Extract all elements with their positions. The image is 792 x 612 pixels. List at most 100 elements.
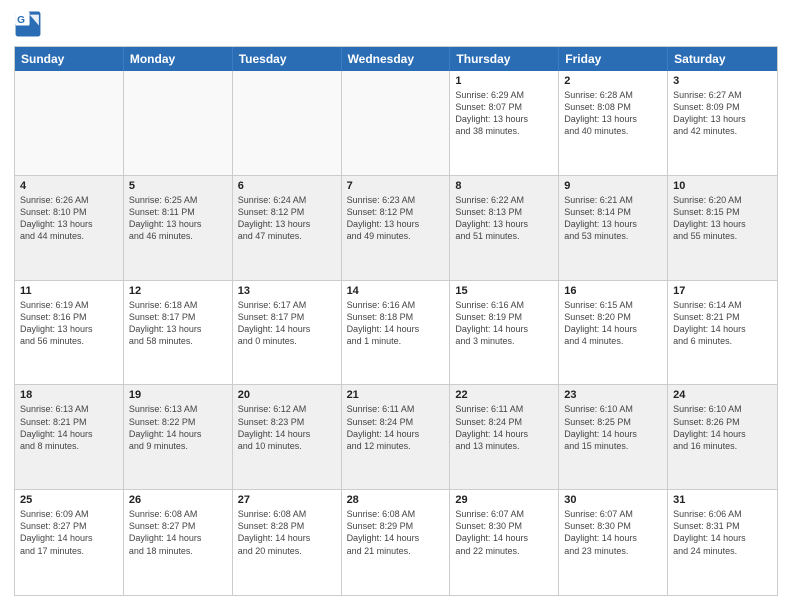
svg-text:G: G [17, 15, 25, 26]
calendar: SundayMondayTuesdayWednesdayThursdayFrid… [14, 46, 778, 596]
day-info: Sunrise: 6:16 AM Sunset: 8:18 PM Dayligh… [347, 299, 445, 348]
day-cell-1: 1 Sunrise: 6:29 AM Sunset: 8:07 PM Daylig… [450, 71, 559, 175]
day-info: Sunrise: 6:11 AM Sunset: 8:24 PM Dayligh… [347, 403, 445, 452]
day-number: 20 [238, 389, 336, 401]
day-number: 14 [347, 285, 445, 297]
day-number: 21 [347, 389, 445, 401]
day-info: Sunrise: 6:21 AM Sunset: 8:14 PM Dayligh… [564, 194, 662, 243]
calendar-row: 11Sunrise: 6:19 AM Sunset: 8:16 PM Dayli… [15, 281, 777, 386]
logo-icon: G [14, 10, 42, 38]
calendar-row: 25 Sunrise: 6:09 AM Sunset: 8:27 PM Dayli… [15, 490, 777, 595]
day-cell-13: 13 Sunrise: 6:17 AM Sunset: 8:17 PM Dayli… [233, 281, 342, 385]
day-cell-2: 2Sunrise: 6:28 AM Sunset: 8:08 PM Daylig… [559, 71, 668, 175]
day-number: 11 [20, 285, 118, 297]
day-info: Sunrise: 6:29 AM Sunset: 8:07 PM Dayligh… [455, 89, 553, 138]
day-info: Sunrise: 6:23 AM Sunset: 8:12 PM Dayligh… [347, 194, 445, 243]
day-cell-18: 18Sunrise: 6:13 AM Sunset: 8:21 PM Dayli… [15, 385, 124, 489]
day-number: 19 [129, 389, 227, 401]
day-number: 29 [455, 494, 553, 506]
day-number: 25 [20, 494, 118, 506]
day-cell-29: 29 Sunrise: 6:07 AM Sunset: 8:30 PM Dayli… [450, 490, 559, 595]
day-cell-5: 5 Sunrise: 6:25 AM Sunset: 8:11 PM Daylig… [124, 176, 233, 280]
day-number: 16 [564, 285, 662, 297]
day-cell-24: 24 Sunrise: 6:10 AM Sunset: 8:26 PM Dayli… [668, 385, 777, 489]
day-info: Sunrise: 6:09 AM Sunset: 8:27 PM Dayligh… [20, 508, 118, 557]
day-info: Sunrise: 6:08 AM Sunset: 8:29 PM Dayligh… [347, 508, 445, 557]
day-number: 28 [347, 494, 445, 506]
day-number: 31 [673, 494, 772, 506]
day-number: 4 [20, 180, 118, 192]
calendar-header: SundayMondayTuesdayWednesdayThursdayFrid… [15, 47, 777, 71]
day-cell-23: 23 Sunrise: 6:10 AM Sunset: 8:25 PM Dayli… [559, 385, 668, 489]
calendar-row: 4 Sunrise: 6:26 AM Sunset: 8:10 PM Daylig… [15, 176, 777, 281]
weekday-header-tuesday: Tuesday [233, 47, 342, 71]
empty-cell [124, 71, 233, 175]
day-cell-12: 12 Sunrise: 6:18 AM Sunset: 8:17 PM Dayli… [124, 281, 233, 385]
day-info: Sunrise: 6:27 AM Sunset: 8:09 PM Dayligh… [673, 89, 772, 138]
day-number: 27 [238, 494, 336, 506]
day-info: Sunrise: 6:08 AM Sunset: 8:28 PM Dayligh… [238, 508, 336, 557]
day-cell-11: 11Sunrise: 6:19 AM Sunset: 8:16 PM Dayli… [15, 281, 124, 385]
day-cell-4: 4 Sunrise: 6:26 AM Sunset: 8:10 PM Daylig… [15, 176, 124, 280]
day-cell-9: 9Sunrise: 6:21 AM Sunset: 8:14 PM Daylig… [559, 176, 668, 280]
day-number: 26 [129, 494, 227, 506]
day-cell-27: 27 Sunrise: 6:08 AM Sunset: 8:28 PM Dayli… [233, 490, 342, 595]
day-info: Sunrise: 6:22 AM Sunset: 8:13 PM Dayligh… [455, 194, 553, 243]
day-info: Sunrise: 6:11 AM Sunset: 8:24 PM Dayligh… [455, 403, 553, 452]
empty-cell [342, 71, 451, 175]
day-info: Sunrise: 6:16 AM Sunset: 8:19 PM Dayligh… [455, 299, 553, 348]
day-number: 3 [673, 75, 772, 87]
weekday-header-friday: Friday [559, 47, 668, 71]
day-number: 22 [455, 389, 553, 401]
day-number: 10 [673, 180, 772, 192]
day-cell-10: 10Sunrise: 6:20 AM Sunset: 8:15 PM Dayli… [668, 176, 777, 280]
day-number: 7 [347, 180, 445, 192]
day-cell-17: 17 Sunrise: 6:14 AM Sunset: 8:21 PM Dayli… [668, 281, 777, 385]
page: G SundayMondayTuesdayWednesdayThursdayFr… [0, 0, 792, 612]
day-cell-30: 30 Sunrise: 6:07 AM Sunset: 8:30 PM Dayli… [559, 490, 668, 595]
day-info: Sunrise: 6:17 AM Sunset: 8:17 PM Dayligh… [238, 299, 336, 348]
day-info: Sunrise: 6:10 AM Sunset: 8:25 PM Dayligh… [564, 403, 662, 452]
weekday-header-thursday: Thursday [450, 47, 559, 71]
day-number: 13 [238, 285, 336, 297]
day-number: 24 [673, 389, 772, 401]
day-info: Sunrise: 6:10 AM Sunset: 8:26 PM Dayligh… [673, 403, 772, 452]
day-info: Sunrise: 6:26 AM Sunset: 8:10 PM Dayligh… [20, 194, 118, 243]
day-number: 30 [564, 494, 662, 506]
day-info: Sunrise: 6:28 AM Sunset: 8:08 PM Dayligh… [564, 89, 662, 138]
header: G [14, 10, 778, 38]
day-cell-21: 21 Sunrise: 6:11 AM Sunset: 8:24 PM Dayli… [342, 385, 451, 489]
day-cell-14: 14 Sunrise: 6:16 AM Sunset: 8:18 PM Dayli… [342, 281, 451, 385]
day-number: 18 [20, 389, 118, 401]
day-number: 12 [129, 285, 227, 297]
day-info: Sunrise: 6:24 AM Sunset: 8:12 PM Dayligh… [238, 194, 336, 243]
day-cell-28: 28 Sunrise: 6:08 AM Sunset: 8:29 PM Dayli… [342, 490, 451, 595]
weekday-header-monday: Monday [124, 47, 233, 71]
day-number: 17 [673, 285, 772, 297]
day-cell-22: 22 Sunrise: 6:11 AM Sunset: 8:24 PM Dayli… [450, 385, 559, 489]
day-info: Sunrise: 6:25 AM Sunset: 8:11 PM Dayligh… [129, 194, 227, 243]
day-cell-26: 26Sunrise: 6:08 AM Sunset: 8:27 PM Dayli… [124, 490, 233, 595]
day-cell-16: 16Sunrise: 6:15 AM Sunset: 8:20 PM Dayli… [559, 281, 668, 385]
logo: G [14, 10, 46, 38]
day-info: Sunrise: 6:18 AM Sunset: 8:17 PM Dayligh… [129, 299, 227, 348]
day-number: 1 [455, 75, 553, 87]
day-cell-6: 6 Sunrise: 6:24 AM Sunset: 8:12 PM Daylig… [233, 176, 342, 280]
weekday-header-wednesday: Wednesday [342, 47, 451, 71]
day-cell-3: 3 Sunrise: 6:27 AM Sunset: 8:09 PM Daylig… [668, 71, 777, 175]
day-info: Sunrise: 6:12 AM Sunset: 8:23 PM Dayligh… [238, 403, 336, 452]
day-info: Sunrise: 6:07 AM Sunset: 8:30 PM Dayligh… [455, 508, 553, 557]
day-number: 8 [455, 180, 553, 192]
calendar-row: 18Sunrise: 6:13 AM Sunset: 8:21 PM Dayli… [15, 385, 777, 490]
day-cell-31: 31 Sunrise: 6:06 AM Sunset: 8:31 PM Dayli… [668, 490, 777, 595]
day-number: 5 [129, 180, 227, 192]
day-info: Sunrise: 6:06 AM Sunset: 8:31 PM Dayligh… [673, 508, 772, 557]
day-info: Sunrise: 6:13 AM Sunset: 8:22 PM Dayligh… [129, 403, 227, 452]
day-number: 6 [238, 180, 336, 192]
day-info: Sunrise: 6:14 AM Sunset: 8:21 PM Dayligh… [673, 299, 772, 348]
calendar-body: 1 Sunrise: 6:29 AM Sunset: 8:07 PM Daylig… [15, 71, 777, 595]
day-number: 23 [564, 389, 662, 401]
day-info: Sunrise: 6:07 AM Sunset: 8:30 PM Dayligh… [564, 508, 662, 557]
empty-cell [233, 71, 342, 175]
day-cell-20: 20 Sunrise: 6:12 AM Sunset: 8:23 PM Dayli… [233, 385, 342, 489]
